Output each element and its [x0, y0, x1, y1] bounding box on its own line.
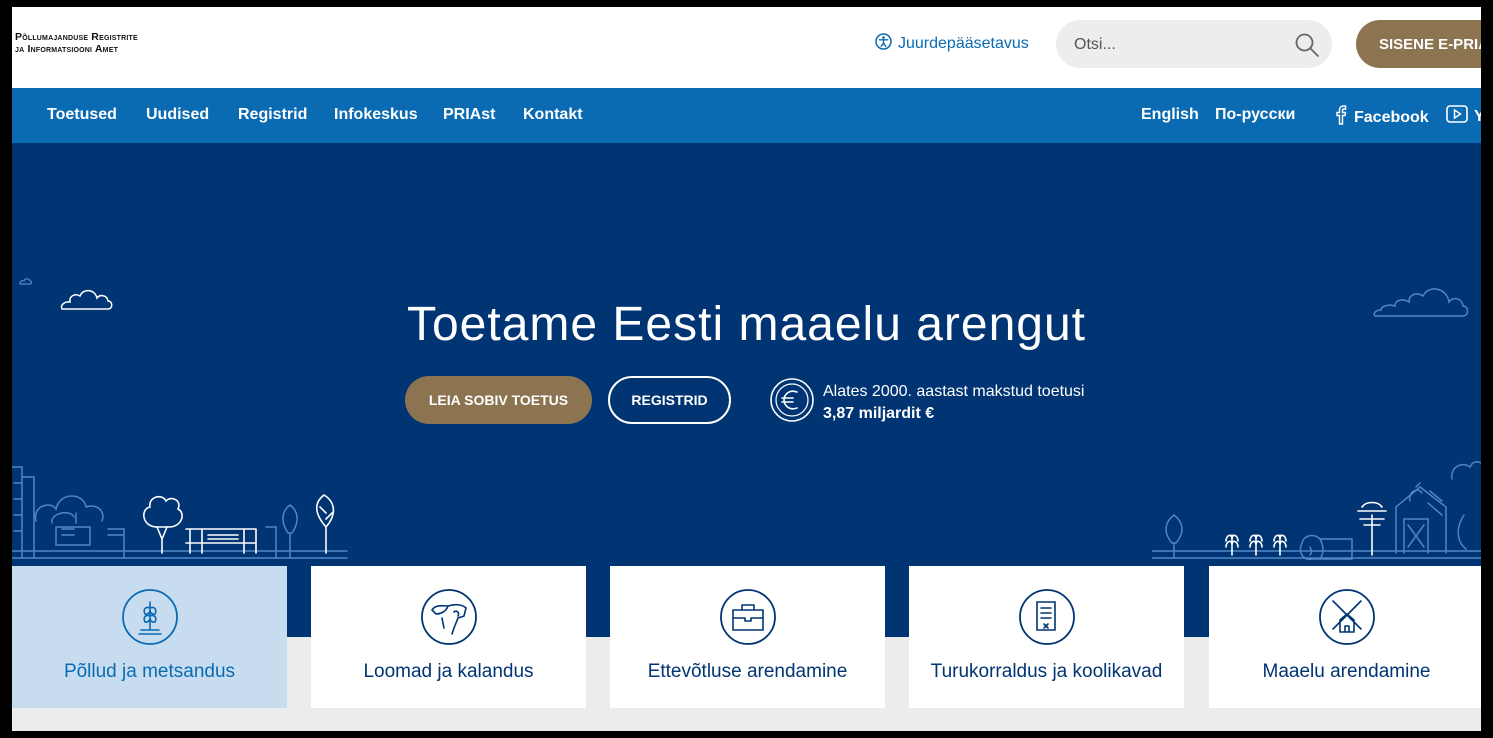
category-label: Põllud ja metsandus [63, 661, 236, 682]
accessibility-icon [875, 33, 892, 55]
hero-banner: Toetame Eesti maaelu arengut LEIA SOBIV … [12, 143, 1481, 637]
search-box [1056, 20, 1332, 70]
nav-item-kontakt[interactable]: Kontakt [523, 106, 583, 124]
category-tile-animals[interactable]: Loomad ja kalandus [311, 566, 586, 708]
hero-title: Toetame Eesti maaelu arengut [406, 298, 1087, 352]
category-label: Ettevõtluse arendamine [647, 661, 848, 682]
stat-value: 3,87 miljardit € [823, 404, 935, 422]
nav-item-toetused[interactable]: Toetused [47, 106, 117, 124]
accessibility-label: Juurdepääsetavus [898, 35, 1029, 52]
nav-item-infokeskus[interactable]: Infokeskus [334, 106, 418, 124]
lang-english-link[interactable]: English [1141, 106, 1199, 124]
category-tile-fields[interactable]: Põllud ja metsandus [12, 566, 287, 708]
registers-button[interactable]: REGISTRID [608, 376, 731, 424]
accessibility-link[interactable]: Juurdepääsetavus [875, 33, 1029, 55]
document-icon [1018, 588, 1076, 651]
briefcase-icon [719, 588, 777, 651]
windmill-icon [1318, 588, 1376, 651]
main-nav: t Toetused Uudised Registrid Infokeskus … [12, 88, 1481, 143]
lang-russian-link[interactable]: По-русски [1215, 106, 1295, 124]
nav-item-uudised[interactable]: Uudised [146, 106, 209, 124]
logo-line-2: ja Informatsiooni Amet [15, 43, 119, 55]
euro-icon [769, 377, 815, 428]
cloud-icon [19, 278, 33, 285]
category-tile-rural[interactable]: Maaelu arendamine [1209, 566, 1481, 708]
payments-stat: Alates 2000. aastast makstud toetusi 3,8… [769, 377, 1084, 428]
youtube-label: Y [1474, 107, 1481, 125]
login-epria-button[interactable]: SISENE E-PRIA [1356, 20, 1481, 68]
site-header: Põllumajanduse Registrite ja Informatsio… [12, 7, 1481, 88]
facebook-link[interactable]: Facebook [1334, 104, 1429, 131]
site-logo[interactable]: Põllumajanduse Registrite ja Informatsio… [15, 31, 138, 55]
nav-item-priast[interactable]: PRIAst [443, 106, 495, 124]
category-tile-market[interactable]: Turukorraldus ja koolikavad [909, 566, 1184, 708]
category-tile-business[interactable]: Ettevõtluse arendamine [610, 566, 885, 708]
browser-viewport: Põllumajanduse Registrite ja Informatsio… [12, 7, 1481, 731]
farm-illustration-right [1152, 461, 1481, 560]
youtube-icon [1446, 104, 1468, 129]
category-label: Loomad ja kalandus [363, 661, 534, 682]
wheat-icon [121, 588, 179, 651]
facebook-label: Facebook [1354, 108, 1429, 126]
farm-illustration-left [12, 466, 348, 559]
youtube-link[interactable]: Y [1446, 104, 1481, 129]
facebook-icon [1334, 104, 1348, 131]
nav-item-registrid[interactable]: Registrid [238, 106, 307, 124]
category-label: Turukorraldus ja koolikavad [930, 661, 1163, 682]
find-support-button[interactable]: LEIA SOBIV TOETUS [405, 376, 592, 424]
category-label: Maaelu arendamine [1262, 661, 1431, 682]
logo-line-1: Põllumajanduse Registrite [15, 31, 138, 43]
search-icon[interactable] [1294, 32, 1320, 63]
search-input[interactable] [1072, 20, 1286, 70]
cow-icon [420, 588, 478, 651]
stat-caption: Alates 2000. aastast makstud toetusi [823, 382, 1085, 400]
